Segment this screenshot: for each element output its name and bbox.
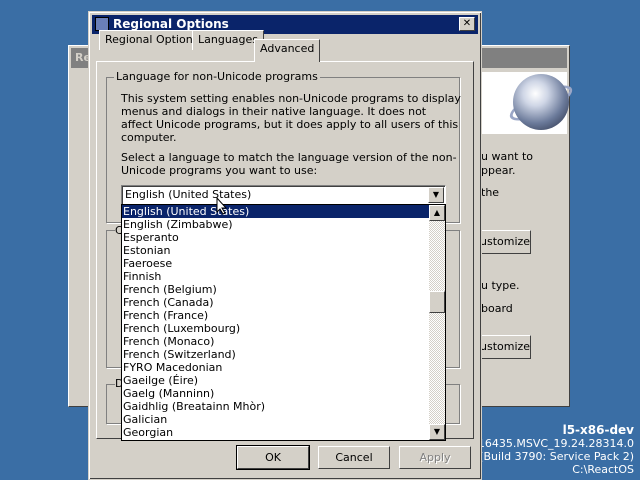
language-option[interactable]: French (Canada)	[122, 296, 429, 309]
background-text-line: the	[481, 186, 500, 199]
dropdown-scrollbar[interactable]: ▲ ▼	[429, 205, 445, 440]
close-button[interactable]: ✕	[459, 17, 475, 31]
background-text-line: u type.	[481, 279, 520, 292]
language-option[interactable]: French (Belgium)	[122, 283, 429, 296]
cancel-label: Cancel	[335, 451, 373, 464]
language-option[interactable]: Gaidhlig (Breatainn Mhòr)	[122, 400, 429, 413]
language-combobox[interactable]: English (United States) ▼	[121, 185, 446, 205]
chevron-down-icon[interactable]: ▼	[428, 187, 444, 203]
non-unicode-description: This system setting enables non-Unicode …	[121, 92, 461, 144]
language-option[interactable]: Gaelg (Manninn)	[122, 387, 429, 400]
language-option[interactable]: English (United States)	[122, 205, 429, 218]
background-text-line: u want to	[481, 150, 534, 163]
language-option[interactable]: French (Monaco)	[122, 335, 429, 348]
ok-button[interactable]: OK	[236, 445, 310, 470]
tab-advanced[interactable]: Advanced	[254, 39, 321, 62]
language-dropdown-list[interactable]: English (United States) English (Zimbabwe…	[121, 204, 446, 441]
language-option[interactable]: English (Zimbabwe)	[122, 218, 429, 231]
language-option[interactable]: French (France)	[122, 309, 429, 322]
ok-label: OK	[265, 451, 281, 464]
language-option[interactable]: Finnish	[122, 270, 429, 283]
tab-label: Advanced	[260, 42, 315, 55]
language-option[interactable]: French (Switzerland)	[122, 348, 429, 361]
desktop-build-number: 5.2 (Build 3790: Service Pack 2)	[458, 450, 634, 463]
tab-label: Languages	[198, 33, 259, 46]
globe-icon	[513, 74, 569, 130]
cancel-button[interactable]: Cancel	[318, 446, 390, 469]
tab-label: Regional Options	[105, 33, 199, 46]
non-unicode-instruction: Select a language to match the language …	[121, 151, 457, 177]
desktop-system-path: C:\ReactOS	[572, 463, 634, 476]
non-unicode-group-legend: Language for non-Unicode programs	[114, 70, 320, 83]
desktop-build-version: -gbf16435.MSVC_19.24.28314.0	[456, 437, 634, 450]
language-option[interactable]: Georgian	[122, 426, 429, 439]
dialog-title: Regional Options	[113, 17, 229, 31]
scroll-up-icon[interactable]: ▲	[429, 205, 445, 221]
language-option[interactable]: FYRO Macedonian	[122, 361, 429, 374]
language-list: English (United States) English (Zimbabwe…	[122, 205, 429, 440]
apply-label: Apply	[419, 451, 451, 464]
close-icon: ✕	[462, 18, 472, 29]
tab-regional-options[interactable]: Regional Options	[99, 30, 205, 50]
apply-button: Apply	[399, 446, 471, 469]
language-option[interactable]: Galician	[122, 413, 429, 426]
background-text-line: ppear.	[481, 164, 516, 177]
language-option[interactable]: Estonian	[122, 244, 429, 257]
language-option[interactable]: French (Luxembourg)	[122, 322, 429, 335]
app-icon	[95, 17, 109, 31]
scroll-down-icon[interactable]: ▼	[429, 424, 445, 440]
desktop-build-name: l5-x86-dev	[562, 423, 634, 437]
language-option[interactable]: Esperanto	[122, 231, 429, 244]
mouse-cursor-icon	[216, 197, 228, 215]
language-option[interactable]: Gaeilge (Éire)	[122, 374, 429, 387]
background-text-line: board	[481, 302, 513, 315]
scroll-thumb[interactable]	[429, 291, 445, 313]
language-combobox-value: English (United States)	[125, 188, 252, 201]
language-option[interactable]: Faeroese	[122, 257, 429, 270]
